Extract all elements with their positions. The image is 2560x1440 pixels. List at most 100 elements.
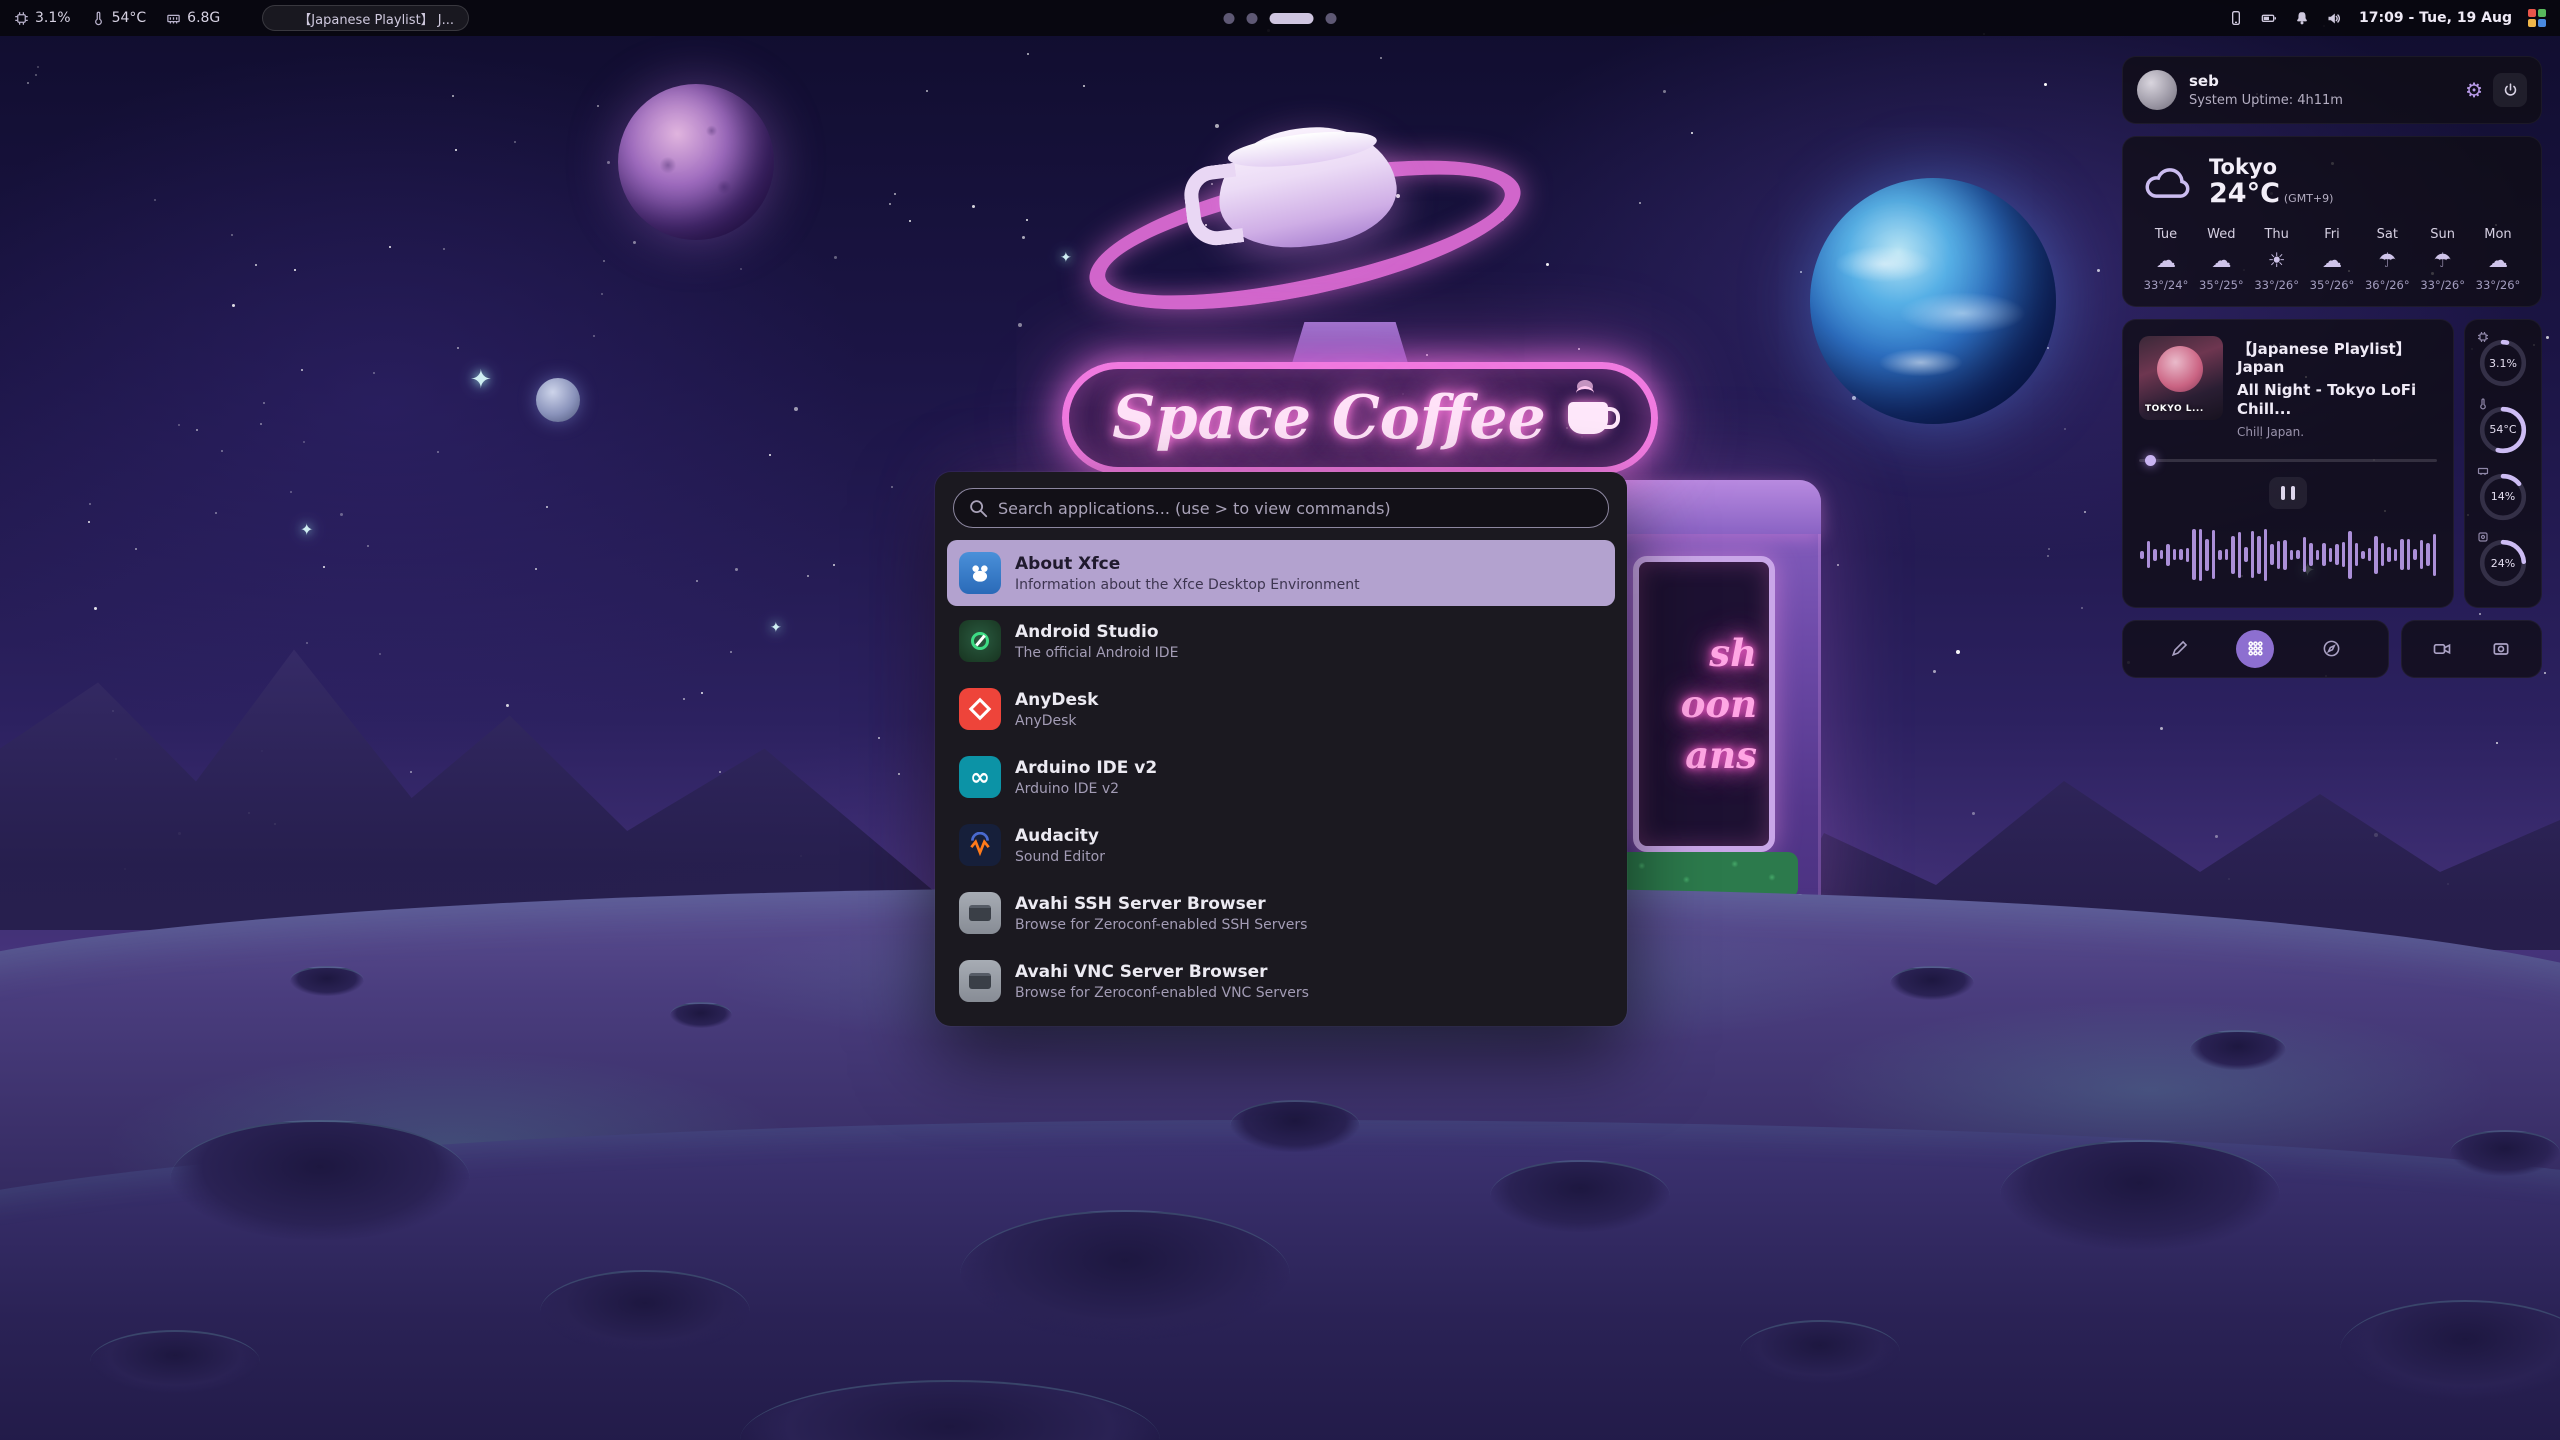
forecast-day-label: Sun (2430, 227, 2455, 242)
pause-button[interactable] (2269, 477, 2307, 509)
user-name: seb (2189, 72, 2343, 90)
window-neon-text: ans (1651, 737, 1757, 774)
app-name: Arduino IDE v2 (1015, 758, 1157, 778)
workspace-1[interactable] (1224, 13, 1235, 24)
weather-icon: ☁ (2322, 250, 2342, 270)
battery-icon[interactable] (2260, 10, 2278, 26)
temperature-metric[interactable]: 54°C (91, 10, 147, 26)
volume-icon[interactable] (2326, 10, 2343, 27)
anydesk-icon (959, 688, 1001, 730)
cpu-gauge-value: 3.1% (2477, 337, 2529, 389)
album-art-text: TOKYO L... (2145, 404, 2204, 414)
power-button[interactable] (2493, 73, 2527, 107)
panel-dock-right (2401, 620, 2542, 678)
server-browser-icon (959, 892, 1001, 934)
system-metrics: 3.1% 54°C 6.8G 【Japanese Playlist】 J... (14, 5, 469, 31)
list-item-android-studio[interactable]: Android Studio The official Android IDE (947, 608, 1615, 674)
weather-card[interactable]: Tokyo 24°C(GMT+9) Tue ☁ 33°/24° Wed ☁ 35… (2122, 136, 2542, 307)
app-name: Avahi VNC Server Browser (1015, 962, 1309, 982)
forecast-day-label: Thu (2264, 227, 2288, 242)
temperature-gauge-value: 54°C (2477, 404, 2529, 456)
panel-dock-left (2122, 620, 2389, 678)
window-neon-text: oon (1651, 686, 1757, 723)
forecast-day: Mon ☁ 33°/26° (2473, 227, 2523, 292)
user-card: seb System Uptime: 4h11m ⚙ (2122, 56, 2542, 124)
forecast-day-label: Tue (2155, 227, 2177, 242)
phone-icon[interactable] (2228, 10, 2244, 26)
track-title-line2: All Night - Tokyo LoFi Chill... (2237, 381, 2437, 419)
planet-purple (618, 84, 774, 240)
app-grid-icon[interactable] (2528, 9, 2546, 27)
star-sparkle-icon: ✦ (770, 620, 782, 636)
app-launcher: About Xfce Information about the Xfce De… (935, 472, 1627, 1026)
list-item-avahi-vnc[interactable]: Avahi VNC Server Browser Browse for Zero… (947, 948, 1615, 1014)
list-item-anydesk[interactable]: AnyDesk AnyDesk (947, 676, 1615, 742)
android-studio-icon (959, 620, 1001, 662)
memory-metric[interactable]: 6.8G (166, 10, 220, 26)
cpu-gauge[interactable]: 3.1% (2477, 337, 2529, 389)
app-description: Information about the Xfce Desktop Envir… (1015, 577, 1360, 593)
avatar[interactable] (2137, 70, 2177, 110)
memory-gauge[interactable]: 14% (2477, 471, 2529, 523)
planet-earth (1810, 178, 2056, 424)
forecast-row: Tue ☁ 33°/24° Wed ☁ 35°/25° Thu ☀ 33°/26… (2141, 227, 2523, 292)
workspace-3-active[interactable] (1270, 13, 1314, 24)
screenshot-icon (2491, 639, 2511, 659)
app-name: Android Studio (1015, 622, 1178, 642)
thermometer-icon (2477, 398, 2489, 410)
compass-button[interactable] (2312, 630, 2350, 668)
search-input[interactable] (953, 488, 1609, 528)
seek-track (2139, 459, 2437, 462)
now-playing-label: 【Japanese Playlist】 J... (298, 9, 454, 28)
neon-sign-text: Space Coffee (1112, 383, 1546, 453)
list-item-avahi-ssh[interactable]: Avahi SSH Server Browser Browse for Zero… (947, 880, 1615, 946)
list-item-about-xfce[interactable]: About Xfce Information about the Xfce De… (947, 540, 1615, 606)
cpu-usage-value: 3.1% (35, 10, 71, 26)
app-description: Browse for Zeroconf-enabled SSH Servers (1015, 917, 1307, 933)
temperature-gauge[interactable]: 54°C (2477, 404, 2529, 456)
weather-icon: ☂ (2378, 250, 2396, 270)
app-name: About Xfce (1015, 554, 1360, 574)
now-playing-button[interactable]: 【Japanese Playlist】 J... (262, 5, 469, 31)
forecast-day-label: Mon (2484, 227, 2511, 242)
weather-icon: ☁ (2488, 250, 2508, 270)
workspace-2[interactable] (1247, 13, 1258, 24)
notifications-bell-icon[interactable] (2294, 10, 2310, 26)
forecast-temps: 33°/24° (2144, 278, 2189, 292)
pen-icon (2170, 639, 2189, 658)
cpu-metric[interactable]: 3.1% (14, 10, 71, 26)
forecast-day-label: Fri (2324, 227, 2340, 242)
video-camera-icon (2432, 639, 2452, 659)
search-icon (967, 497, 989, 519)
memory-icon (166, 11, 181, 26)
forecast-day: Sat ☂ 36°/26° (2362, 227, 2412, 292)
track-title-line1: 【Japanese Playlist】 Japan (2237, 340, 2437, 378)
list-item-audacity[interactable]: Audacity Sound Editor (947, 812, 1615, 878)
seek-thumb[interactable] (2145, 455, 2156, 466)
thermometer-icon (91, 11, 106, 26)
app-description: AnyDesk (1015, 713, 1098, 729)
gear-icon[interactable]: ⚙ (2465, 80, 2483, 100)
record-button[interactable] (2423, 630, 2461, 668)
apps-button[interactable] (2236, 630, 2274, 668)
forecast-temps: 33°/26° (2476, 278, 2521, 292)
stylus-button[interactable] (2161, 630, 2199, 668)
forecast-day-label: Sat (2377, 227, 2398, 242)
forecast-day: Sun ☂ 33°/26° (2418, 227, 2468, 292)
app-description: Browse for Zeroconf-enabled VNC Servers (1015, 985, 1309, 1001)
list-item-arduino-ide[interactable]: ∞ Arduino IDE v2 Arduino IDE v2 (947, 744, 1615, 810)
seek-slider[interactable] (2139, 453, 2437, 467)
app-description: The official Android IDE (1015, 645, 1178, 661)
clock[interactable]: 17:09 - Tue, 19 Aug (2359, 10, 2512, 26)
media-player-card: TOKYO L... 【Japanese Playlist】 Japan All… (2122, 319, 2454, 608)
top-bar: 3.1% 54°C 6.8G 【Japanese Playlist】 J... (0, 0, 2560, 36)
app-description: Arduino IDE v2 (1015, 781, 1157, 797)
screenshot-button[interactable] (2482, 630, 2520, 668)
desktop: ✦ ✦ ✦ ✦ ✦ sh oon ans Space Coffee (0, 0, 2560, 1440)
album-art[interactable]: TOKYO L... (2139, 336, 2223, 420)
workspace-4[interactable] (1326, 13, 1337, 24)
forecast-temps: 35°/26° (2310, 278, 2355, 292)
small-moon (536, 378, 580, 422)
memory-icon (2477, 465, 2489, 477)
disk-gauge[interactable]: 24% (2477, 537, 2529, 589)
